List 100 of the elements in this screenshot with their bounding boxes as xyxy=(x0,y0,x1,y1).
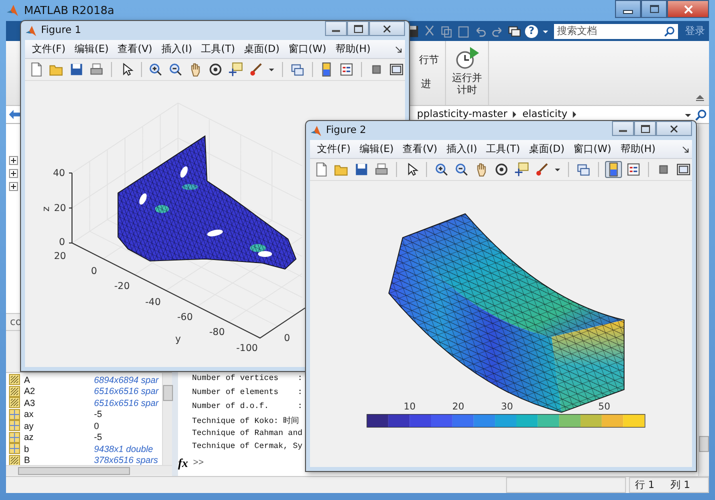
menu-item[interactable]: 查看(V) xyxy=(400,142,440,156)
axis-tick-label: -80 xyxy=(209,327,225,338)
axis-tick-label: -60 xyxy=(177,312,193,323)
scrollbar[interactable] xyxy=(162,373,172,465)
path-segment[interactable]: elasticity xyxy=(522,109,568,120)
menu-item[interactable]: 工具(T) xyxy=(198,42,238,56)
close-button[interactable] xyxy=(656,121,692,136)
data-tip-icon[interactable] xyxy=(513,161,530,178)
arrow-icon[interactable] xyxy=(512,111,518,118)
variable-value: 378x6516 spars xyxy=(94,455,158,466)
grid-icon xyxy=(9,420,20,432)
variable-name[interactable]: ay xyxy=(24,420,94,431)
maximize-button[interactable] xyxy=(347,21,369,36)
variable-name[interactable]: ax xyxy=(24,409,94,420)
search-icon xyxy=(664,26,675,36)
expand-toggle-icon[interactable] xyxy=(9,182,18,191)
dock-arrow-icon[interactable] xyxy=(395,46,402,52)
colorbar-icon[interactable] xyxy=(605,161,622,178)
variable-name[interactable]: b xyxy=(24,444,94,454)
function-browser-icon[interactable]: fx xyxy=(178,456,191,470)
copy-icon[interactable] xyxy=(440,24,453,38)
legend-icon[interactable] xyxy=(338,61,356,78)
sign-in-link[interactable]: 登录 xyxy=(685,24,705,38)
scrollbar[interactable] xyxy=(6,465,172,475)
legend-icon[interactable] xyxy=(625,161,642,178)
axis-tick-label: 0 xyxy=(284,333,290,344)
frame-icon[interactable] xyxy=(675,161,692,178)
undo-icon[interactable] xyxy=(474,24,487,38)
menu-item[interactable]: 桌面(D) xyxy=(526,142,568,156)
menu-item[interactable]: 编辑(E) xyxy=(356,142,397,156)
variable-name[interactable]: A3 xyxy=(24,398,94,408)
menu-item[interactable]: 文件(F) xyxy=(314,142,354,156)
menu-item[interactable]: 帮助(H) xyxy=(617,142,659,156)
sparse-matrix-icon xyxy=(9,374,20,386)
frame-icon[interactable] xyxy=(388,61,405,78)
menu-item[interactable]: 查看(V) xyxy=(114,42,156,56)
search-field[interactable]: 搜索文档 xyxy=(554,24,678,38)
paste-icon[interactable] xyxy=(457,24,470,38)
menu-item[interactable]: 编辑(E) xyxy=(72,42,112,56)
variable-name[interactable]: A2 xyxy=(24,386,94,396)
window-title: MATLAB R2018a xyxy=(24,4,114,17)
scrollbar[interactable] xyxy=(698,124,709,476)
axis-label: z xyxy=(41,206,52,212)
menu-item[interactable]: 帮助(H) xyxy=(332,42,374,56)
colorbar-tick-label: 20 xyxy=(452,401,464,412)
axis-tick-label: -20 xyxy=(114,281,130,292)
toolstrip-label[interactable]: 行节 xyxy=(419,53,439,67)
menu-item[interactable]: 文件(F) xyxy=(29,42,69,56)
minimize-button[interactable] xyxy=(612,121,634,136)
zoom-in-icon[interactable] xyxy=(433,161,450,178)
zoom-in-icon[interactable] xyxy=(147,61,164,78)
matlab-logo-icon xyxy=(6,4,19,17)
menu-item[interactable]: 桌面(D) xyxy=(241,42,283,56)
back-arrow-icon[interactable] xyxy=(8,109,21,120)
grid-icon xyxy=(9,432,20,443)
sparse-matrix-icon xyxy=(9,397,20,408)
close-button[interactable] xyxy=(667,0,709,18)
path-segment[interactable]: pplasticity-master xyxy=(417,109,508,120)
data-tip-icon[interactable] xyxy=(227,61,244,78)
variable-name[interactable]: A xyxy=(24,374,94,385)
window-title: Figure 2 xyxy=(326,125,366,136)
expand-toggle-icon[interactable] xyxy=(9,169,18,178)
expand-toggle-icon[interactable] xyxy=(9,156,18,165)
command-prompt[interactable]: >> xyxy=(191,458,204,468)
console-line: Technique of Cermak, Sy xyxy=(192,442,302,454)
variable-value: 0 xyxy=(94,420,100,431)
variable-name[interactable]: az xyxy=(24,432,94,442)
axis-tick-label: -40 xyxy=(145,297,161,308)
menu-item[interactable]: 窗口(W) xyxy=(570,142,614,156)
minimize-button[interactable] xyxy=(615,0,641,18)
toolstrip-label[interactable]: 进 xyxy=(419,77,439,91)
scissors-icon[interactable] xyxy=(423,24,436,38)
variable-value: 6516x6516 spar xyxy=(94,386,159,396)
close-icon xyxy=(670,124,678,132)
variable-name[interactable]: B xyxy=(24,455,94,466)
search-icon[interactable] xyxy=(695,108,707,120)
collapse-toolstrip-icon[interactable] xyxy=(695,93,705,101)
minimize-button[interactable] xyxy=(325,21,347,36)
colorbar-tick-label: 30 xyxy=(500,401,513,412)
help-button[interactable]: ? xyxy=(525,24,538,38)
close-button[interactable] xyxy=(369,21,405,36)
close-icon xyxy=(684,4,692,14)
maximize-button[interactable] xyxy=(641,0,667,18)
axis-tick-label: -100 xyxy=(236,343,258,354)
menu-item[interactable]: 窗口(W) xyxy=(286,42,330,56)
menu-item[interactable]: 插入(I) xyxy=(158,42,196,56)
run-and-time-button[interactable]: 运行并 计时 xyxy=(445,41,489,105)
zoom-out-icon[interactable] xyxy=(167,61,184,78)
dock-arrow-icon[interactable] xyxy=(682,146,689,152)
zoom-out-icon[interactable] xyxy=(453,161,470,178)
menu-item[interactable]: 工具(T) xyxy=(483,142,524,156)
maximize-button[interactable] xyxy=(634,121,656,136)
arrow-icon[interactable] xyxy=(572,111,578,118)
redo-icon[interactable] xyxy=(491,24,504,38)
windows-icon[interactable] xyxy=(508,24,521,38)
menu-item[interactable]: 插入(I) xyxy=(443,142,480,156)
grid-icon xyxy=(9,443,20,454)
axis-tick-label: 0 xyxy=(90,266,98,277)
caret-icon[interactable] xyxy=(542,28,549,34)
clock-play-icon xyxy=(454,45,480,71)
